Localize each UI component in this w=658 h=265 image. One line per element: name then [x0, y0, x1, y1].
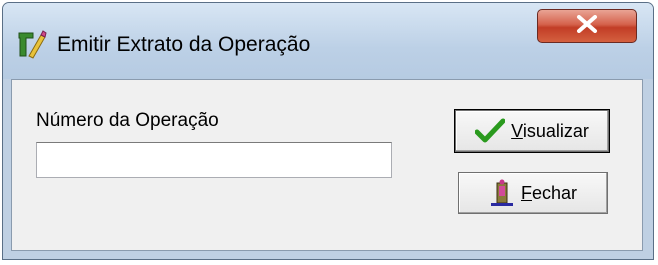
app-tool-icon [17, 29, 47, 59]
close-button-label: Fechar [520, 182, 578, 203]
door-exit-icon [489, 179, 515, 207]
title-bar[interactable]: Emitir Extrato da Operação [3, 3, 653, 79]
view-button[interactable]: Visualizar [454, 109, 610, 153]
close-window-button[interactable] [537, 9, 637, 43]
close-button[interactable]: Fechar [458, 172, 608, 214]
view-button-label: Visualizar [511, 120, 589, 141]
window-title: Emitir Extrato da Operação [57, 33, 311, 56]
close-icon [576, 14, 598, 38]
checkmark-icon [475, 118, 506, 144]
operation-number-label: Número da Operação [36, 110, 219, 131]
operation-number-input[interactable] [36, 142, 392, 178]
